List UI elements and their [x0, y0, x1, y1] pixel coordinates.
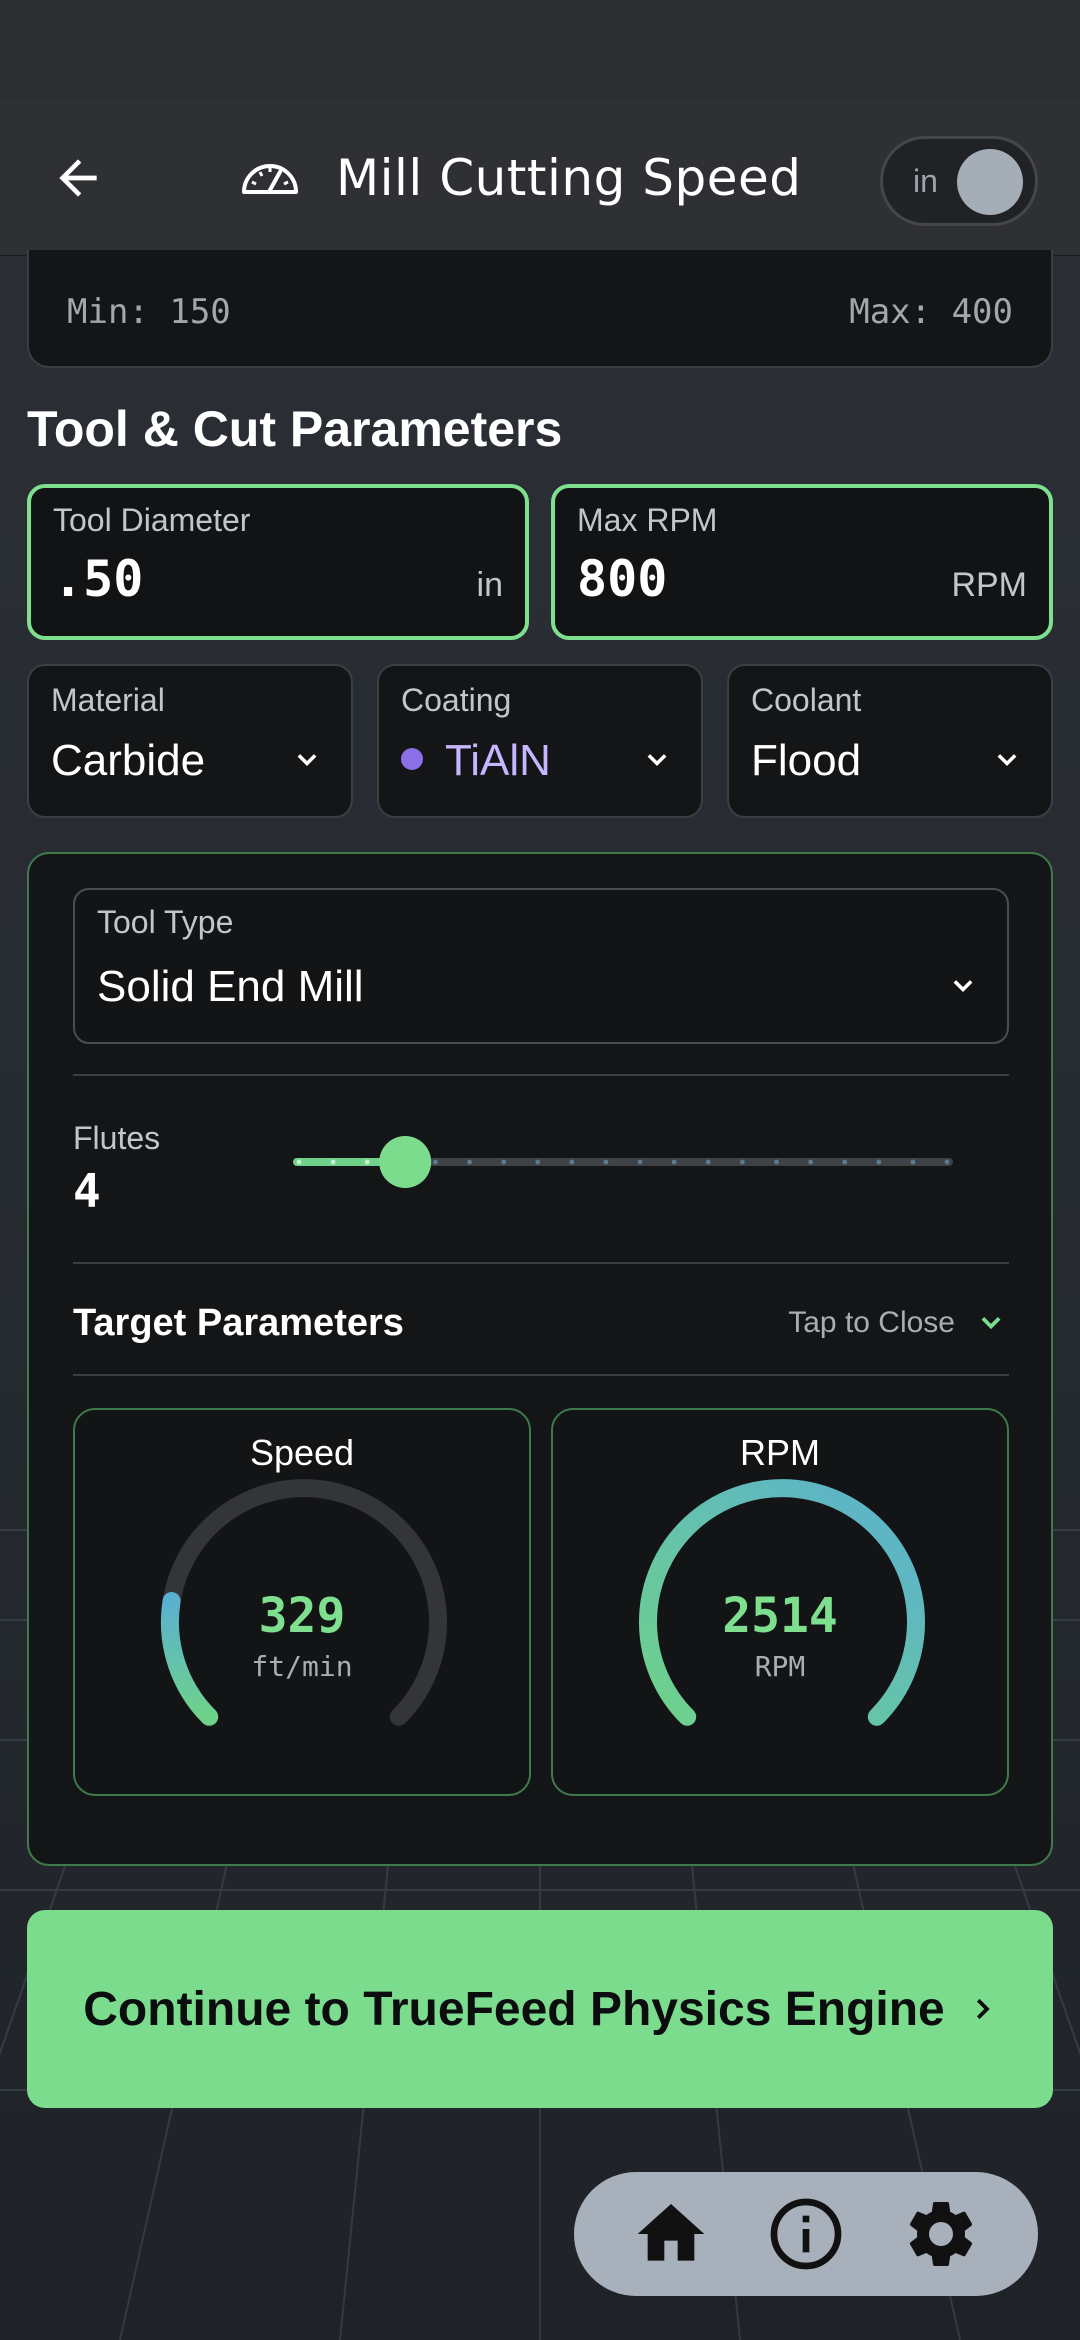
speed-gauge: Speed 329 ft/min [73, 1408, 531, 1796]
range-max: Max: 400 [849, 292, 1013, 332]
coolant-select[interactable]: Coolant Flood [727, 664, 1053, 818]
slider-tick [705, 1159, 711, 1165]
tool-type-select[interactable]: Tool Type Solid End Mill [73, 888, 1009, 1044]
divider [73, 1074, 1009, 1076]
slider-tick [910, 1159, 916, 1165]
slider-tick [671, 1159, 677, 1165]
tool-diameter-unit: in [476, 566, 503, 604]
page-title: Mill Cutting Speed [336, 149, 802, 207]
flutes-label: Flutes [73, 1120, 161, 1156]
slider-tick [467, 1159, 472, 1165]
coating-label: Coating [401, 682, 512, 718]
chevron-down-icon [953, 980, 973, 992]
coating-value-wrap: TiAlN [401, 736, 551, 786]
unit-toggle-label: in [913, 162, 938, 199]
slider-tick [569, 1159, 575, 1165]
tool-diameter-value[interactable]: .50 [53, 550, 143, 608]
coolant-label: Coolant [751, 682, 862, 718]
tap-to-close-toggle[interactable]: Tap to Close [788, 1306, 1005, 1340]
material-value: Carbide [51, 736, 206, 785]
unit-toggle[interactable]: in [880, 136, 1038, 226]
slider-tick [842, 1159, 848, 1165]
coating-value: TiAlN [445, 736, 551, 785]
max-rpm-field[interactable]: Max RPM 800 RPM [551, 484, 1053, 640]
tool-panel: Tool Type Solid End Mill Flutes 4 Target… [27, 852, 1053, 1866]
speed-unit: ft/min [251, 1650, 353, 1683]
slider-tick [501, 1159, 507, 1165]
range-min: Min: 150 [67, 292, 231, 332]
speed-range-card: Min: 150 Max: 400 [27, 250, 1053, 368]
continue-button[interactable]: Continue to TrueFeed Physics Engine [27, 1910, 1053, 2108]
bottom-nav [574, 2172, 1038, 2296]
rpm-unit: RPM [754, 1650, 806, 1683]
speedometer-icon [242, 164, 298, 194]
flutes-slider[interactable] [293, 1132, 969, 1192]
info-button[interactable] [762, 2190, 850, 2278]
back-arrow-icon[interactable] [50, 150, 106, 206]
tool-diameter-field[interactable]: Tool Diameter .50 in [27, 484, 529, 640]
chevron-down-icon [981, 1317, 1001, 1330]
max-rpm-label: Max RPM [577, 502, 718, 538]
max-rpm-value[interactable]: 800 [577, 550, 667, 608]
divider [73, 1262, 1009, 1264]
slider-tick [876, 1159, 882, 1165]
slider-tick [637, 1159, 643, 1165]
slider-tick [330, 1159, 336, 1165]
material-label: Material [51, 682, 165, 718]
continue-button-label: Continue to TrueFeed Physics Engine [83, 1982, 945, 2036]
rpm-gauge: RPM 2514 RPM [551, 1408, 1009, 1796]
slider-tick [944, 1159, 950, 1165]
slider-tick [808, 1159, 813, 1165]
speed-value: 329 [258, 1588, 346, 1644]
tool-type-label: Tool Type [97, 904, 234, 940]
max-rpm-unit: RPM [951, 566, 1027, 604]
slider-tick [774, 1159, 779, 1165]
settings-icon [909, 2202, 972, 2266]
info-icon [770, 2198, 842, 2270]
chevron-right-icon [976, 1998, 990, 2020]
slider-tick [364, 1159, 370, 1165]
tool-diameter-label: Tool Diameter [53, 502, 251, 538]
slider-tick [535, 1159, 541, 1165]
slider-tick [603, 1159, 609, 1165]
settings-button[interactable] [897, 2190, 985, 2278]
chevron-down-icon [647, 754, 667, 766]
app-bar: Mill Cutting Speed in [0, 100, 1080, 256]
slider-tick [739, 1159, 745, 1165]
home-icon [637, 2204, 705, 2261]
chevron-down-icon [297, 754, 317, 766]
divider [73, 1374, 1009, 1376]
section-title: Tool & Cut Parameters [27, 401, 563, 457]
app-title: Mill Cutting Speed [240, 138, 801, 218]
tool-type-value: Solid End Mill [97, 962, 364, 1011]
slider-thumb[interactable] [379, 1136, 432, 1188]
target-parameters-title: Target Parameters [73, 1302, 404, 1344]
chevron-down-icon [997, 754, 1017, 766]
coolant-value: Flood [751, 736, 862, 785]
tap-to-close-label: Tap to Close [788, 1306, 955, 1339]
rpm-value: 2514 [722, 1588, 838, 1644]
home-button[interactable] [627, 2190, 715, 2278]
unit-toggle-knob [957, 149, 1023, 215]
coating-select[interactable]: Coating TiAlN [377, 664, 703, 818]
material-select[interactable]: Material Carbide [27, 664, 353, 818]
slider-tick [433, 1159, 438, 1165]
coating-color-dot [401, 748, 423, 771]
slider-tick [296, 1159, 302, 1165]
flutes-value: 4 [73, 1164, 101, 1218]
